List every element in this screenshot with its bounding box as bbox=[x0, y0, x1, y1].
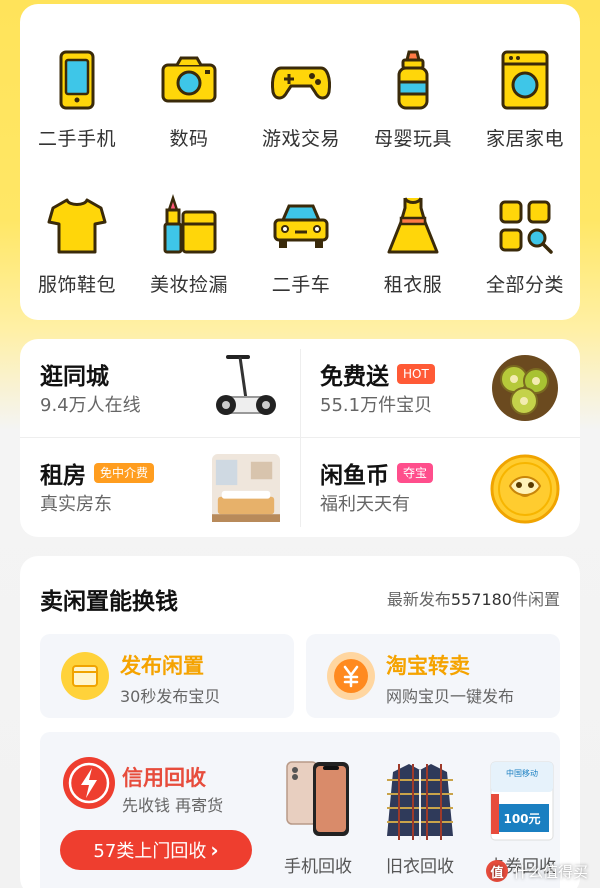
feature-free-giveaway[interactable]: 免费送 HOT 55.1万件宝贝 bbox=[300, 339, 580, 438]
category-baby-toys[interactable]: 母婴玩具 bbox=[358, 46, 468, 166]
sell-section: 卖闲置能换钱 最新发布557180件闲置 发布闲置 30秒发布宝贝 淘宝转卖 网… bbox=[20, 556, 580, 888]
recycle-item-label: 手机回收 bbox=[284, 857, 352, 877]
watermark-logo-icon: 值 bbox=[485, 860, 508, 882]
chevron-right-icon: › bbox=[210, 838, 219, 862]
category-grid: 二手手机 数码 游戏交易 母婴玩具 家居家电 服饰鞋包 美妆捡漏 二手车 租衣服… bbox=[20, 4, 580, 320]
feature-title: 闲鱼币 bbox=[320, 463, 389, 489]
plaid-shirt-image bbox=[387, 764, 453, 840]
car-icon bbox=[273, 204, 329, 248]
iphone-image bbox=[286, 761, 349, 836]
yuan-icon bbox=[327, 652, 375, 700]
lightning-icon bbox=[63, 757, 115, 809]
category-beauty-deals[interactable]: 美妆捡漏 bbox=[134, 192, 244, 312]
publish-item-button[interactable]: 发布闲置 30秒发布宝贝 bbox=[40, 634, 294, 718]
clothes-recycle-item[interactable]: 旧衣回收 bbox=[380, 752, 460, 888]
category-clothing-bags[interactable]: 服饰鞋包 bbox=[22, 192, 132, 312]
category-secondhand-phone[interactable]: 二手手机 bbox=[22, 46, 132, 166]
category-game-trade[interactable]: 游戏交易 bbox=[246, 46, 356, 166]
feature-subtitle: 福利天天有 bbox=[320, 494, 410, 515]
tshirt-icon bbox=[47, 198, 107, 254]
category-rent-clothes[interactable]: 租衣服 bbox=[358, 192, 468, 312]
category-all[interactable]: 全部分类 bbox=[470, 192, 580, 312]
recharge-card-image: 中国移动 100元 bbox=[490, 761, 554, 841]
taobao-resell-button[interactable]: 淘宝转卖 网购宝贝一键发布 bbox=[306, 634, 560, 718]
dress-icon bbox=[387, 197, 439, 254]
taobao-title: 淘宝转卖 bbox=[386, 654, 470, 678]
washing-machine-icon bbox=[501, 50, 549, 110]
all-categories-icon bbox=[499, 200, 553, 254]
baby-bottle-icon bbox=[397, 50, 429, 110]
camera-icon bbox=[161, 56, 217, 103]
feature-title: 租房 bbox=[40, 463, 86, 489]
credit-recycle-panel[interactable]: 信用回收 先收钱 再寄货 57类上门回收 › 手机回收 旧衣回收 中国移动 10… bbox=[40, 732, 560, 888]
taobao-subtitle: 网购宝贝一键发布 bbox=[386, 687, 515, 706]
recycle-item-label: 旧衣回收 bbox=[386, 857, 454, 877]
lipstick-icon bbox=[163, 194, 217, 254]
kiwi-image bbox=[492, 355, 558, 421]
treasure-badge: 夺宝 bbox=[397, 463, 434, 483]
hot-badge: HOT bbox=[397, 364, 435, 384]
feature-fish-coin[interactable]: 闲鱼币 夺宝 福利天天有 bbox=[300, 438, 580, 537]
publish-title: 发布闲置 bbox=[120, 654, 204, 678]
svg-text:中国移动: 中国移动 bbox=[506, 768, 538, 778]
publish-subtitle: 30秒发布宝贝 bbox=[120, 687, 221, 706]
category-home-appliances[interactable]: 家居家电 bbox=[470, 46, 580, 166]
feature-title: 逛同城 bbox=[40, 364, 109, 390]
svg-text:100元: 100元 bbox=[503, 812, 540, 826]
fish-coin-image bbox=[490, 454, 560, 524]
phone-recycle-item[interactable]: 手机回收 bbox=[278, 752, 358, 888]
feature-local[interactable]: 逛同城 9.4万人在线 bbox=[20, 339, 300, 438]
recycle-subtitle: 先收钱 再寄货 bbox=[122, 796, 224, 815]
section-title: 卖闲置能换钱 bbox=[40, 589, 178, 615]
room-image bbox=[212, 454, 280, 522]
feature-subtitle: 55.1万件宝贝 bbox=[320, 395, 433, 416]
home-recycle-button[interactable]: 57类上门回收 › bbox=[60, 830, 252, 870]
category-digital[interactable]: 数码 bbox=[134, 46, 244, 166]
publish-icon bbox=[61, 652, 109, 700]
phone-icon bbox=[59, 50, 95, 110]
feature-title: 免费送 bbox=[320, 364, 389, 390]
feature-subtitle: 真实房东 bbox=[40, 494, 112, 515]
watermark: 值 什么值得买 bbox=[485, 860, 588, 882]
recycle-title: 信用回收 bbox=[122, 766, 206, 790]
feature-rent-house[interactable]: 租房 免中介费 真实房东 bbox=[20, 438, 300, 537]
category-used-car[interactable]: 二手车 bbox=[246, 192, 356, 312]
feature-panel: 逛同城 9.4万人在线 免费送 HOT 55.1万件宝贝 租房 免中介费 真实房… bbox=[20, 339, 580, 537]
gamepad-icon bbox=[271, 66, 331, 100]
no-agent-fee-badge: 免中介费 bbox=[94, 463, 155, 483]
feature-subtitle: 9.4万人在线 bbox=[40, 395, 141, 416]
segway-image bbox=[216, 355, 276, 415]
latest-count: 最新发布557180件闲置 bbox=[386, 590, 560, 609]
